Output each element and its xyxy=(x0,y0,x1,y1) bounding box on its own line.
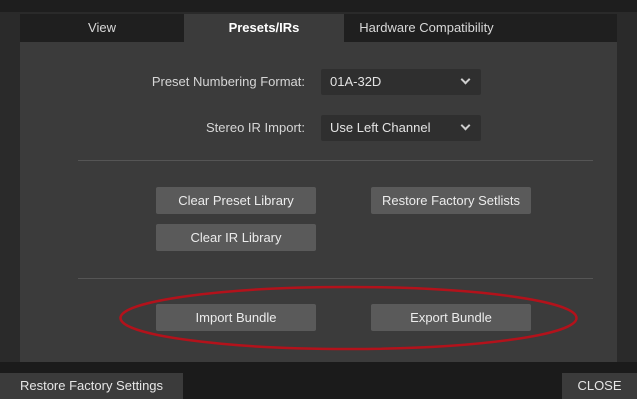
tab-view[interactable]: View xyxy=(20,14,184,42)
chevron-down-icon xyxy=(460,74,471,85)
preset-numbering-label: Preset Numbering Format: xyxy=(151,74,305,89)
tab-bar-filler xyxy=(509,14,617,42)
export-bundle-button[interactable]: Export Bundle xyxy=(371,304,531,331)
stereo-ir-import-value: Use Left Channel xyxy=(330,120,431,135)
stereo-ir-import-select[interactable]: Use Left Channel xyxy=(321,115,481,141)
import-bundle-button[interactable]: Import Bundle xyxy=(156,304,316,331)
title-strip xyxy=(0,0,637,12)
section-divider xyxy=(78,278,593,279)
section-divider xyxy=(78,160,593,161)
preferences-window: View Presets/IRs Hardware Compatibility … xyxy=(0,0,637,399)
stereo-ir-import-label: Stereo IR Import: xyxy=(206,120,305,135)
close-button[interactable]: CLOSE xyxy=(562,373,637,399)
chevron-down-icon xyxy=(460,120,471,131)
tab-presets-irs[interactable]: Presets/IRs xyxy=(184,14,344,42)
preset-numbering-select[interactable]: 01A-32D xyxy=(321,69,481,95)
preset-numbering-value: 01A-32D xyxy=(330,74,382,89)
presets-irs-panel: Preset Numbering Format: 01A-32D Stereo … xyxy=(20,42,617,362)
tab-hardware-compatibility[interactable]: Hardware Compatibility xyxy=(344,14,509,42)
clear-ir-library-button[interactable]: Clear IR Library xyxy=(156,224,316,251)
restore-factory-setlists-button[interactable]: Restore Factory Setlists xyxy=(371,187,531,214)
clear-preset-library-button[interactable]: Clear Preset Library xyxy=(156,187,316,214)
tab-bar: View Presets/IRs Hardware Compatibility xyxy=(20,14,509,42)
restore-factory-settings-button[interactable]: Restore Factory Settings xyxy=(0,373,183,399)
